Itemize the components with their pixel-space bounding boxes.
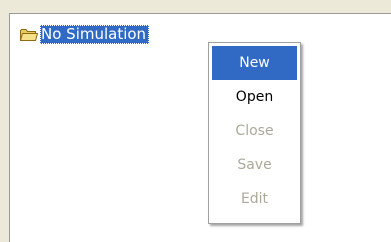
folder-icon (20, 28, 38, 41)
menu-item-save[interactable]: Save (212, 148, 297, 182)
menu-item-edit[interactable]: Edit (212, 182, 297, 216)
menu-item-new[interactable]: New (212, 46, 297, 80)
menu-item-close[interactable]: Close (212, 114, 297, 148)
menu-item-open[interactable]: Open (212, 80, 297, 114)
simulation-tree-panel[interactable]: No Simulation (9, 13, 391, 242)
tree-node-label[interactable]: No Simulation (40, 24, 150, 44)
context-menu: New Open Close Save Edit (208, 42, 301, 224)
tree-node-root[interactable]: No Simulation (20, 24, 150, 44)
